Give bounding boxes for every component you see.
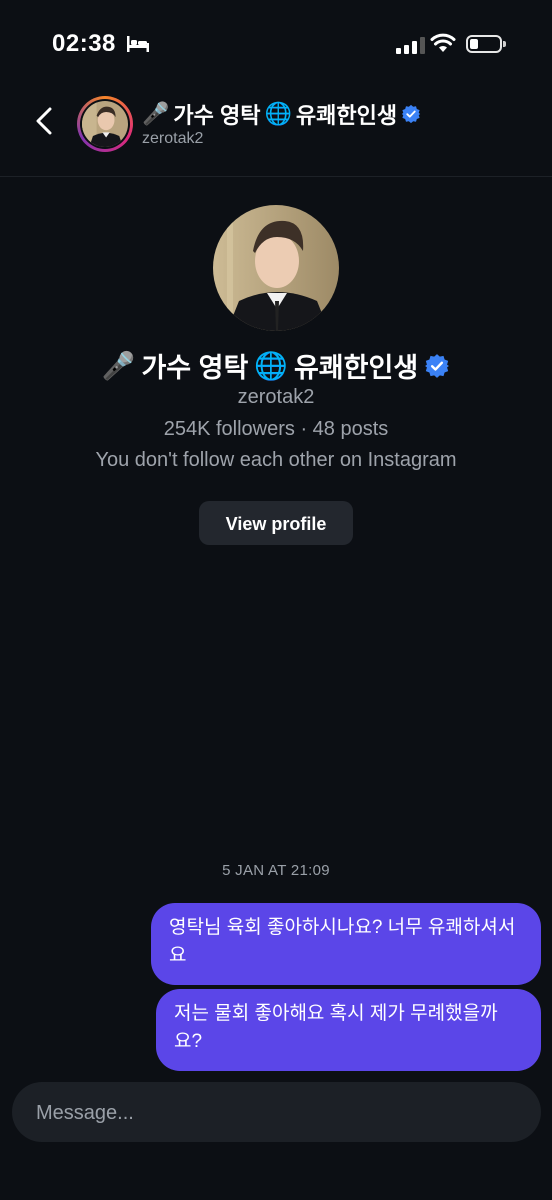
microphone-emoji-icon: 🎤 — [142, 101, 170, 126]
bed-icon — [127, 36, 149, 52]
chevron-left-icon[interactable] — [30, 106, 60, 136]
verified-badge-icon — [401, 104, 421, 124]
view-profile-button[interactable]: View profile — [199, 501, 353, 545]
status-bar: 02:38 — [0, 0, 552, 80]
chat-header: 🎤 가수 영탁 🌐 유쾌한인생 zerotak2 — [0, 80, 552, 177]
message-bubble[interactable]: 저는 물회 좋아해요 혹시 제가 무례했을까요? — [156, 989, 541, 1071]
profile-name-part2: 유쾌한인생 — [293, 353, 419, 383]
message-bubble[interactable]: 영탁님 육회 좋아하시나요? 너무 유쾌하셔서요 — [151, 903, 541, 985]
avatar-photo — [82, 101, 128, 147]
follow-status-note: You don't follow each other on Instagram — [95, 449, 457, 471]
profile-photo — [213, 205, 339, 331]
signal-icon — [396, 36, 425, 54]
battery-icon — [466, 35, 506, 53]
header-name[interactable]: 🎤 가수 영탁 🌐 유쾌한인생 — [142, 98, 421, 130]
message-timestamp: 5 JAN AT 21:09 — [222, 862, 330, 879]
profile-stats: 254K followers · 48 posts — [163, 418, 389, 440]
verified-badge-icon — [425, 353, 450, 378]
header-name-part2: 유쾌한인생 — [295, 103, 398, 128]
header-avatar[interactable] — [77, 96, 133, 152]
profile-avatar[interactable] — [213, 205, 339, 331]
header-name-part1: 가수 영탁 — [173, 103, 261, 128]
status-time: 02:38 — [52, 30, 116, 57]
profile-name: 🎤 가수 영탁 🌐 유쾌한인생 — [0, 346, 552, 385]
profile-name-part1: 가수 영탁 — [141, 353, 249, 383]
profile-username: zerotak2 — [237, 386, 315, 408]
message-input[interactable] — [34, 1082, 518, 1144]
globe-emoji-icon: 🌐 — [264, 101, 292, 126]
wifi-icon — [430, 33, 456, 52]
message-composer — [12, 1082, 541, 1144]
header-username: zerotak2 — [142, 130, 204, 147]
globe-emoji-icon: 🌐 — [254, 350, 288, 381]
microphone-emoji-icon: 🎤 — [101, 350, 136, 381]
